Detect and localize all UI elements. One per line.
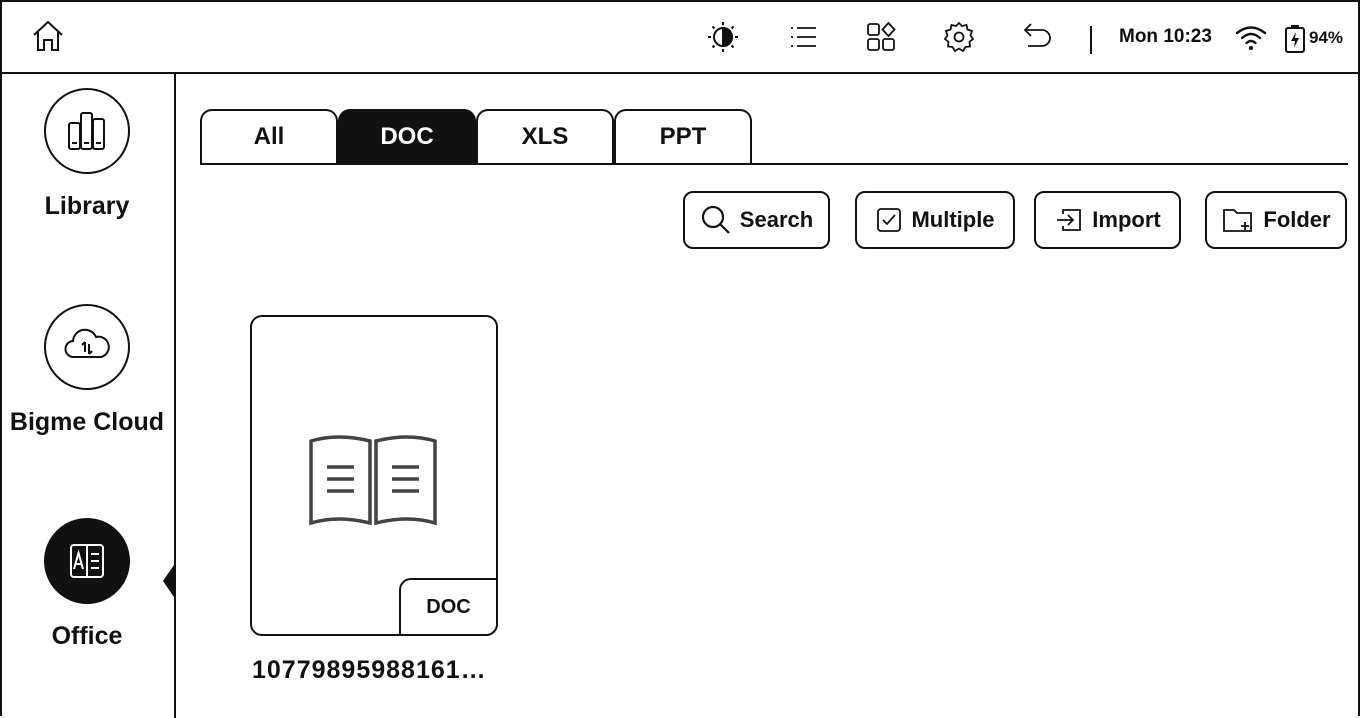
search-label: Search bbox=[739, 207, 814, 232]
checkbox-icon bbox=[877, 208, 902, 232]
office-icon bbox=[70, 544, 104, 578]
cloud-icon bbox=[64, 328, 110, 358]
sidebar-item-label: Library bbox=[44, 192, 130, 220]
folder-label: Folder bbox=[1263, 207, 1331, 232]
open-book-icon bbox=[309, 435, 437, 526]
tab-xls[interactable]: XLS bbox=[476, 109, 614, 163]
wifi-icon[interactable] bbox=[1234, 24, 1268, 52]
device-frame bbox=[0, 0, 1360, 716]
contrast-icon[interactable] bbox=[706, 20, 740, 54]
clock: Mon 10:23 bbox=[1119, 26, 1212, 47]
list-icon[interactable] bbox=[786, 20, 820, 54]
search-button[interactable]: Search bbox=[683, 191, 830, 249]
tab-doc[interactable]: DOC bbox=[338, 109, 476, 163]
file-type-badge: DOC bbox=[399, 578, 498, 636]
office-icon-circle bbox=[44, 518, 130, 604]
add-folder-icon bbox=[1223, 209, 1253, 232]
status-divider bbox=[1090, 26, 1092, 54]
import-icon bbox=[1057, 209, 1082, 231]
sidebar-item-bigme-cloud[interactable]: Bigme Cloud bbox=[0, 304, 174, 437]
battery-percent: 94% bbox=[1309, 28, 1344, 47]
tab-ppt[interactable]: PPT bbox=[614, 109, 752, 163]
file-name[interactable]: 10779895988161… bbox=[252, 656, 487, 685]
tab-all[interactable]: All bbox=[200, 109, 338, 163]
sidebar-item-label: Bigme Cloud bbox=[9, 408, 165, 436]
battery-icon bbox=[1285, 25, 1305, 53]
multiple-button[interactable]: Multiple bbox=[855, 191, 1015, 249]
cloud-icon-circle bbox=[44, 304, 130, 390]
file-card[interactable]: DOC bbox=[250, 315, 498, 636]
back-icon[interactable] bbox=[1020, 20, 1054, 54]
search-icon bbox=[701, 205, 730, 234]
sidebar-item-library[interactable]: Library bbox=[0, 88, 174, 221]
sidebar: Library Bigme Cloud Office bbox=[0, 74, 176, 718]
tab-underline bbox=[200, 163, 1348, 165]
import-button[interactable]: Import bbox=[1034, 191, 1181, 249]
apps-icon[interactable] bbox=[864, 20, 898, 54]
multiple-label: Multiple bbox=[911, 207, 995, 232]
library-icon bbox=[68, 112, 105, 150]
active-nav-indicator bbox=[163, 562, 176, 600]
settings-icon[interactable] bbox=[942, 20, 976, 54]
library-icon-circle bbox=[44, 88, 130, 174]
home-icon[interactable] bbox=[30, 18, 66, 54]
sidebar-item-label: Office bbox=[51, 622, 123, 650]
status-bar: Mon 10:23 94% bbox=[0, 0, 1360, 74]
sidebar-item-office[interactable]: Office bbox=[0, 518, 174, 651]
new-folder-button[interactable]: Folder bbox=[1205, 191, 1347, 249]
import-label: Import bbox=[1092, 207, 1161, 232]
